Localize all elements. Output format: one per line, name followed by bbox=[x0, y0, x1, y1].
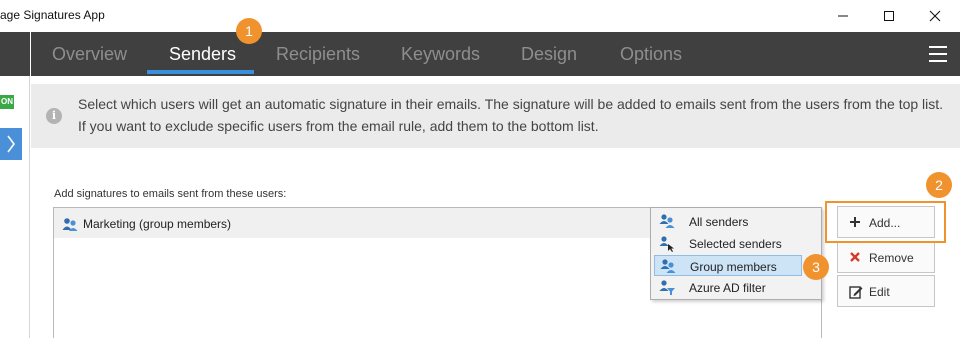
step-badge-1: 1 bbox=[236, 18, 262, 44]
info-icon: i bbox=[46, 108, 62, 124]
selected-senders-icon bbox=[659, 236, 674, 252]
remove-button[interactable]: Remove bbox=[837, 241, 935, 273]
nav-bar: Overview Senders Recipients Keywords Des… bbox=[31, 32, 960, 76]
status-badge: ON bbox=[0, 95, 14, 109]
tab-keywords[interactable]: Keywords bbox=[401, 32, 480, 76]
azure-ad-filter-icon bbox=[659, 280, 675, 295]
edit-button[interactable]: Edit bbox=[837, 275, 935, 307]
minimize-icon bbox=[838, 15, 848, 17]
hamburger-menu-icon[interactable] bbox=[929, 46, 947, 62]
edit-button-label: Edit bbox=[869, 285, 890, 299]
tab-options[interactable]: Options bbox=[620, 32, 682, 76]
left-sidebar: ON bbox=[0, 32, 30, 338]
all-senders-icon bbox=[659, 214, 675, 228]
step-badge-3: 3 bbox=[803, 254, 829, 280]
menu-item-all-senders[interactable]: All senders bbox=[654, 211, 802, 232]
menu-item-label: All senders bbox=[689, 215, 749, 229]
menu-item-label: Selected senders bbox=[689, 237, 782, 251]
remove-button-label: Remove bbox=[869, 251, 914, 265]
info-banner: i Select which users will get an automat… bbox=[31, 84, 960, 148]
menu-item-label: Azure AD filter bbox=[689, 281, 766, 295]
maximize-button[interactable] bbox=[866, 0, 912, 32]
tab-recipients[interactable]: Recipients bbox=[276, 32, 360, 76]
group-users-icon bbox=[62, 218, 78, 231]
info-text-line-2: If you want to exclude specific users fr… bbox=[78, 118, 599, 134]
tab-overview[interactable]: Overview bbox=[52, 32, 127, 76]
window-title: age Signatures App bbox=[0, 8, 105, 22]
title-bar: age Signatures App bbox=[0, 0, 960, 32]
menu-item-group-members[interactable]: Group members bbox=[654, 255, 802, 276]
senders-section-label: Add signatures to emails sent from these… bbox=[54, 188, 287, 200]
maximize-icon bbox=[884, 11, 894, 21]
menu-item-label: Group members bbox=[690, 260, 777, 274]
close-button[interactable] bbox=[912, 0, 958, 32]
group-members-icon bbox=[660, 259, 676, 273]
edit-icon bbox=[849, 286, 863, 299]
info-text-line-1: Select which users will get an automatic… bbox=[78, 96, 944, 112]
menu-item-azure-ad-filter[interactable]: Azure AD filter bbox=[654, 277, 802, 298]
active-tab-indicator bbox=[147, 70, 254, 74]
menu-item-selected-senders[interactable]: Selected senders bbox=[654, 233, 802, 254]
add-dropdown-menu: All senders Selected senders Group membe… bbox=[650, 207, 822, 300]
close-icon bbox=[929, 10, 941, 22]
sidebar-header bbox=[0, 32, 30, 76]
expand-sidebar-button[interactable] bbox=[0, 128, 22, 160]
tab-design[interactable]: Design bbox=[521, 32, 577, 76]
chevron-right-icon bbox=[7, 135, 15, 153]
list-item-label: Marketing (group members) bbox=[83, 217, 232, 231]
step-badge-2: 2 bbox=[926, 172, 952, 198]
minimize-button[interactable] bbox=[820, 0, 866, 32]
red-x-icon bbox=[850, 252, 860, 262]
add-button-highlight bbox=[825, 201, 946, 243]
